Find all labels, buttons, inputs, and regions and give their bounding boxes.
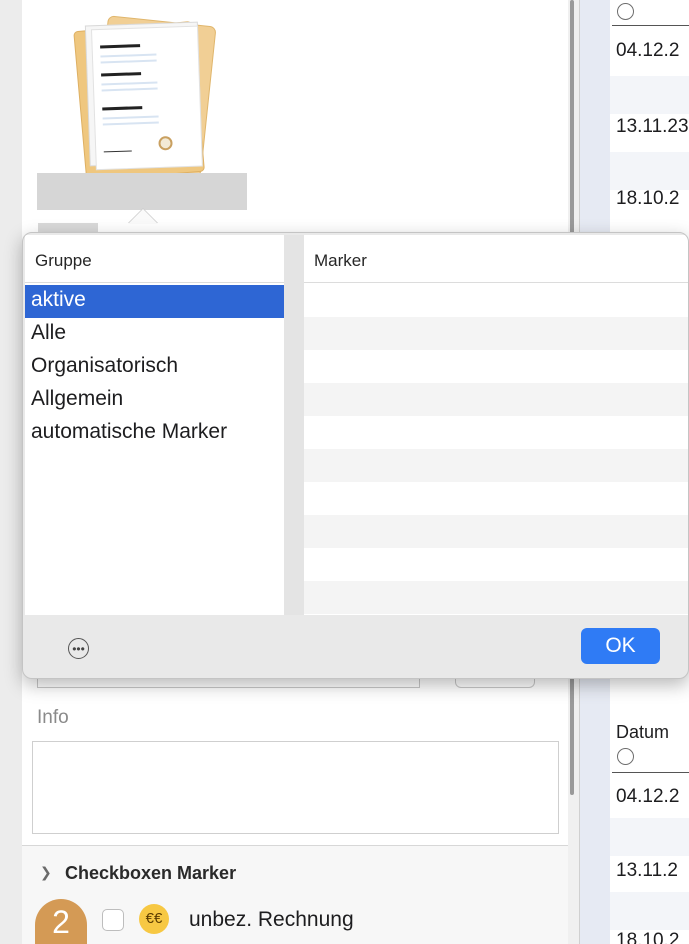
date-cell[interactable]: 18.10.2 [616, 930, 679, 944]
popover-caret [128, 209, 158, 224]
ok-button[interactable]: OK [581, 628, 660, 664]
document-name-field[interactable] [37, 173, 247, 210]
obscured-input-field[interactable] [37, 679, 420, 688]
checkboxes-section-title[interactable]: Checkboxen Marker [65, 863, 236, 884]
group-item-aktive[interactable]: aktive [25, 285, 284, 318]
marker-row[interactable] [304, 515, 688, 548]
row-stripe [610, 76, 689, 114]
group-item-allgemein[interactable]: Allgemein [25, 384, 284, 417]
date-cell[interactable]: 13.11.2 [616, 860, 678, 882]
marker-row[interactable] [304, 284, 688, 317]
date-cell[interactable]: 18.10.2 [616, 188, 679, 210]
row-stripe [610, 892, 689, 930]
date-cell[interactable]: 04.12.2 [616, 40, 679, 62]
marker-row[interactable] [304, 416, 688, 449]
document-folder-icon [73, 15, 216, 182]
step-badge: 2 [35, 899, 87, 944]
marker-row[interactable] [304, 383, 688, 416]
options-ellipsis-button[interactable]: ••• [68, 638, 89, 659]
group-item-alle[interactable]: Alle [25, 318, 284, 351]
date-cell[interactable]: 04.12.2 [616, 786, 679, 808]
marker-row[interactable] [304, 350, 688, 383]
marker-popover: Gruppe aktive Alle Organisatorisch Allge… [22, 232, 689, 679]
unbez-rechnung-checkbox[interactable] [102, 909, 124, 931]
marker-row[interactable] [304, 581, 688, 614]
column-rule [612, 25, 689, 26]
sort-radio-icon[interactable] [617, 3, 634, 20]
date-column-header[interactable]: Datum [616, 722, 669, 743]
obscured-button[interactable] [455, 679, 535, 688]
group-item-automatische-marker[interactable]: automatische Marker [25, 417, 284, 450]
column-rule [612, 772, 689, 773]
marker-row[interactable] [304, 449, 688, 482]
group-column-header[interactable]: Gruppe [25, 235, 284, 283]
chevron-down-icon[interactable]: ❯ [40, 864, 52, 881]
list-split-handle[interactable] [284, 235, 304, 615]
row-stripe [610, 818, 689, 856]
marker-row[interactable] [304, 548, 688, 581]
marker-list[interactable]: Marker [304, 235, 688, 615]
worried-face-emoji-icon: €€ [139, 904, 169, 934]
group-list[interactable]: Gruppe aktive Alle Organisatorisch Allge… [25, 235, 284, 615]
marker-column-header[interactable]: Marker [304, 235, 688, 283]
info-textarea[interactable] [32, 741, 559, 834]
group-item-organisatorisch[interactable]: Organisatorisch [25, 351, 284, 384]
date-cell[interactable]: 13.11.23 [616, 116, 689, 138]
info-label: Info [37, 707, 69, 728]
row-stripe [610, 152, 689, 190]
sort-radio-icon[interactable] [617, 748, 634, 765]
marker-row[interactable] [304, 317, 688, 350]
marker-row[interactable] [304, 482, 688, 515]
checkbox-label[interactable]: unbez. Rechnung [189, 908, 354, 932]
